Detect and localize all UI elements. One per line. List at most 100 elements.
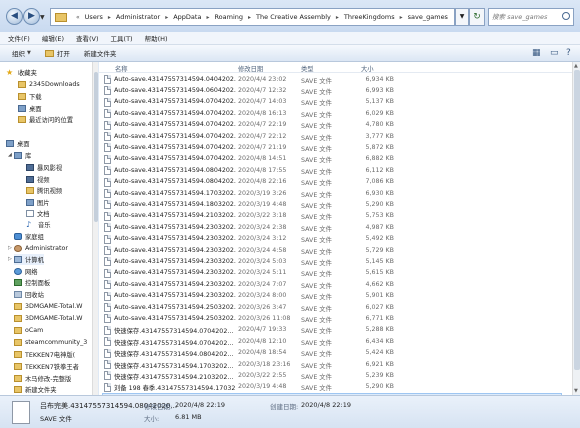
menu-view[interactable]: 查看(V) [76,33,99,43]
menu-tools[interactable]: 工具(T) [111,33,133,43]
nav-scrollbar-thumb[interactable] [94,72,98,222]
nav-folder[interactable]: TEKKEN7铁拳王者 [14,361,79,372]
file-row[interactable]: Auto-save.43147557314594.0704202... 2020/… [102,142,562,153]
nav-lib-item[interactable]: 暴风影视 [26,162,62,173]
file-row[interactable]: Auto-save.43147557314594.0604202... 2020/… [102,85,562,96]
scroll-down-icon[interactable]: ▼ [574,388,578,394]
search-icon[interactable] [562,12,570,20]
file-row[interactable]: Auto-save.43147557314594.2303202... 2020/… [102,234,562,245]
file-row[interactable]: Auto-save.43147557314594.0704202... 2020/… [102,120,562,131]
menu-help[interactable]: 帮助(H) [145,33,168,43]
nav-folder[interactable]: steamcommunity_3 [14,337,87,348]
file-row[interactable]: 快速保存.43147557314594.0704202... 2020/4/8 1… [102,336,562,347]
file-row[interactable]: Auto-save.43147557314594.0804202... 2020/… [102,165,562,176]
nav-fav-item[interactable]: 最近访问的位置 [18,114,73,125]
nav-scrollbar[interactable] [92,62,98,395]
nav-computer[interactable]: 计算机 [14,254,44,265]
file-row[interactable]: Auto-save.43147557314594.0704202... 2020/… [102,108,562,119]
file-list-scrollbar[interactable]: ▲ ▼ [572,62,580,395]
file-row[interactable]: Auto-save.43147557314594.2503202... 2020/… [102,302,562,313]
breadcrumb-separator-icon[interactable]: ▸ [206,14,209,21]
file-row[interactable]: Auto-save.43147557314594.1803202... 2020/… [102,199,562,210]
nav-fav-item[interactable]: 2345Downloads [18,79,80,90]
scroll-up-icon[interactable]: ▲ [574,63,578,69]
file-row[interactable]: Auto-save.43147557314594.2503202... 2020/… [102,313,562,324]
file-row[interactable]: Auto-save.43147557314594.2303202... 2020/… [102,222,562,233]
file-row[interactable]: 快速保存.43147557314594.2103202... 2020/3/22 … [102,370,562,381]
expand-arrow-icon[interactable]: ▷ [8,256,12,262]
column-size[interactable]: 大小 [361,64,374,73]
nav-favorites[interactable]: ★ 收藏夹 [6,67,37,78]
nav-folder[interactable]: 3DMGAME-Total.W [14,301,83,312]
file-row[interactable]: Auto-save.43147557314594.2303202... 2020/… [102,256,562,267]
nav-folder[interactable]: TEKKEN7电神版( [14,349,75,360]
nav-fav-item[interactable]: 桌面 [18,103,42,114]
file-row[interactable]: Auto-save.43147557314594.2303202... 2020/… [102,245,562,256]
new-folder-button[interactable]: 新建文件夹 [84,48,117,58]
view-options-icon[interactable]: ▦ [532,48,541,58]
file-row[interactable]: Auto-save.43147557314594.0704202... 2020/… [102,154,562,165]
organize-button[interactable]: 组织 ▼ [12,48,31,58]
breadcrumb-item[interactable]: Users [85,13,103,21]
nav-lib-item[interactable]: 文档 [26,208,50,219]
file-row[interactable]: Auto-save.43147557314594.0804202... 2020/… [102,177,562,188]
breadcrumb-separator-icon[interactable]: ▸ [108,14,111,21]
preview-pane-icon[interactable]: ▭ [550,48,559,58]
forward-button[interactable]: ▶ [23,8,40,25]
nav-network[interactable]: 网络 [14,266,38,277]
breadcrumb-separator-icon[interactable]: ▸ [400,14,403,21]
file-row[interactable]: Auto-save.43147557314594.0404202... 2020/… [102,74,562,85]
breadcrumb-item[interactable]: Roaming [214,13,243,21]
help-icon[interactable]: ? [566,48,571,58]
nav-lib-item[interactable]: 视频 [26,174,50,185]
file-row[interactable]: 刘备 198 春季.43147557314594.17032... 2020/3/… [102,382,562,393]
refresh-icon[interactable]: ↻ [469,8,485,26]
open-button[interactable]: 打开 [44,48,70,58]
history-dropdown-icon[interactable]: ▼ [40,14,45,21]
breadcrumb-item[interactable]: save_games [408,13,448,21]
menu-file[interactable]: 文件(F) [8,33,30,43]
address-bar[interactable]: « Users ▸ Administrator ▸ AppData ▸ Roaming ▸ Th… [50,8,455,26]
menu-edit[interactable]: 编辑(E) [42,33,64,43]
nav-lib-item[interactable]: 图片 [26,197,50,208]
nav-folder[interactable]: oCam [14,325,43,336]
file-row[interactable]: 快速保存.43147557314594.0804202... 2020/4/8 1… [102,348,562,359]
search-box[interactable] [488,8,574,26]
nav-library[interactable]: 库 [14,150,31,161]
file-row[interactable]: Auto-save.43147557314594.2303202... 2020/… [102,291,562,302]
breadcrumb-separator-icon[interactable]: ▸ [248,14,251,21]
nav-lib-item[interactable]: ♪ 音乐 [26,219,51,230]
column-name[interactable]: 名称 [115,64,128,73]
file-row[interactable]: Auto-save.43147557314594.2303202... 2020/… [102,268,562,279]
breadcrumb-separator-icon[interactable]: ▸ [165,14,168,21]
nav-homegroup[interactable]: 家庭组 [14,231,44,242]
file-row[interactable]: Auto-save.43147557314594.2103202... 2020/… [102,211,562,222]
nav-lib-item[interactable]: 腾讯视频 [26,185,62,196]
nav-fav-item[interactable]: 下载 [18,91,42,102]
expand-arrow-icon[interactable]: ▷ [8,245,12,251]
file-row[interactable]: 快速保存.43147557314594.1703202... 2020/3/18 … [102,359,562,370]
breadcrumb-item[interactable]: Administrator [116,13,160,21]
expand-arrow-icon[interactable]: ◢ [8,152,12,158]
file-row[interactable]: Auto-save.43147557314594.1703202... 2020/… [102,188,562,199]
nav-folder[interactable]: 3DMGAME-Total.W [14,313,83,324]
file-row[interactable]: 快速保存.43147557314594.0704202... 2020/4/7 1… [102,325,562,336]
nav-folder[interactable]: 木马修改-完整版 [14,373,71,384]
file-row[interactable]: Auto-save.43147557314594.0704202... 2020/… [102,97,562,108]
file-row[interactable]: Auto-save.43147557314594.0704202... 2020/… [102,131,562,142]
breadcrumb-item[interactable]: The Creative Assembly [256,13,331,21]
search-input[interactable] [489,9,559,25]
nav-admin[interactable]: Administrator [14,243,68,254]
address-dropdown-icon[interactable]: ▼ [455,8,469,26]
nav-control-panel[interactable]: 控制面板 [14,277,50,288]
column-type[interactable]: 类型 [301,64,314,73]
nav-folder[interactable]: 新建文件夹 [14,384,56,395]
column-date[interactable]: 修改日期 [238,64,263,73]
breadcrumb-separator-icon[interactable]: ▸ [336,14,339,21]
file-row[interactable]: Auto-save.43147557314594.2303202... 2020/… [102,279,562,290]
breadcrumb-item[interactable]: AppData [173,13,201,21]
nav-desktop[interactable]: 桌面 [6,138,30,149]
nav-recycle-bin[interactable]: 回收站 [14,289,44,300]
file-list-scrollbar-thumb[interactable] [574,70,580,370]
back-button[interactable]: ◀ [6,8,23,25]
